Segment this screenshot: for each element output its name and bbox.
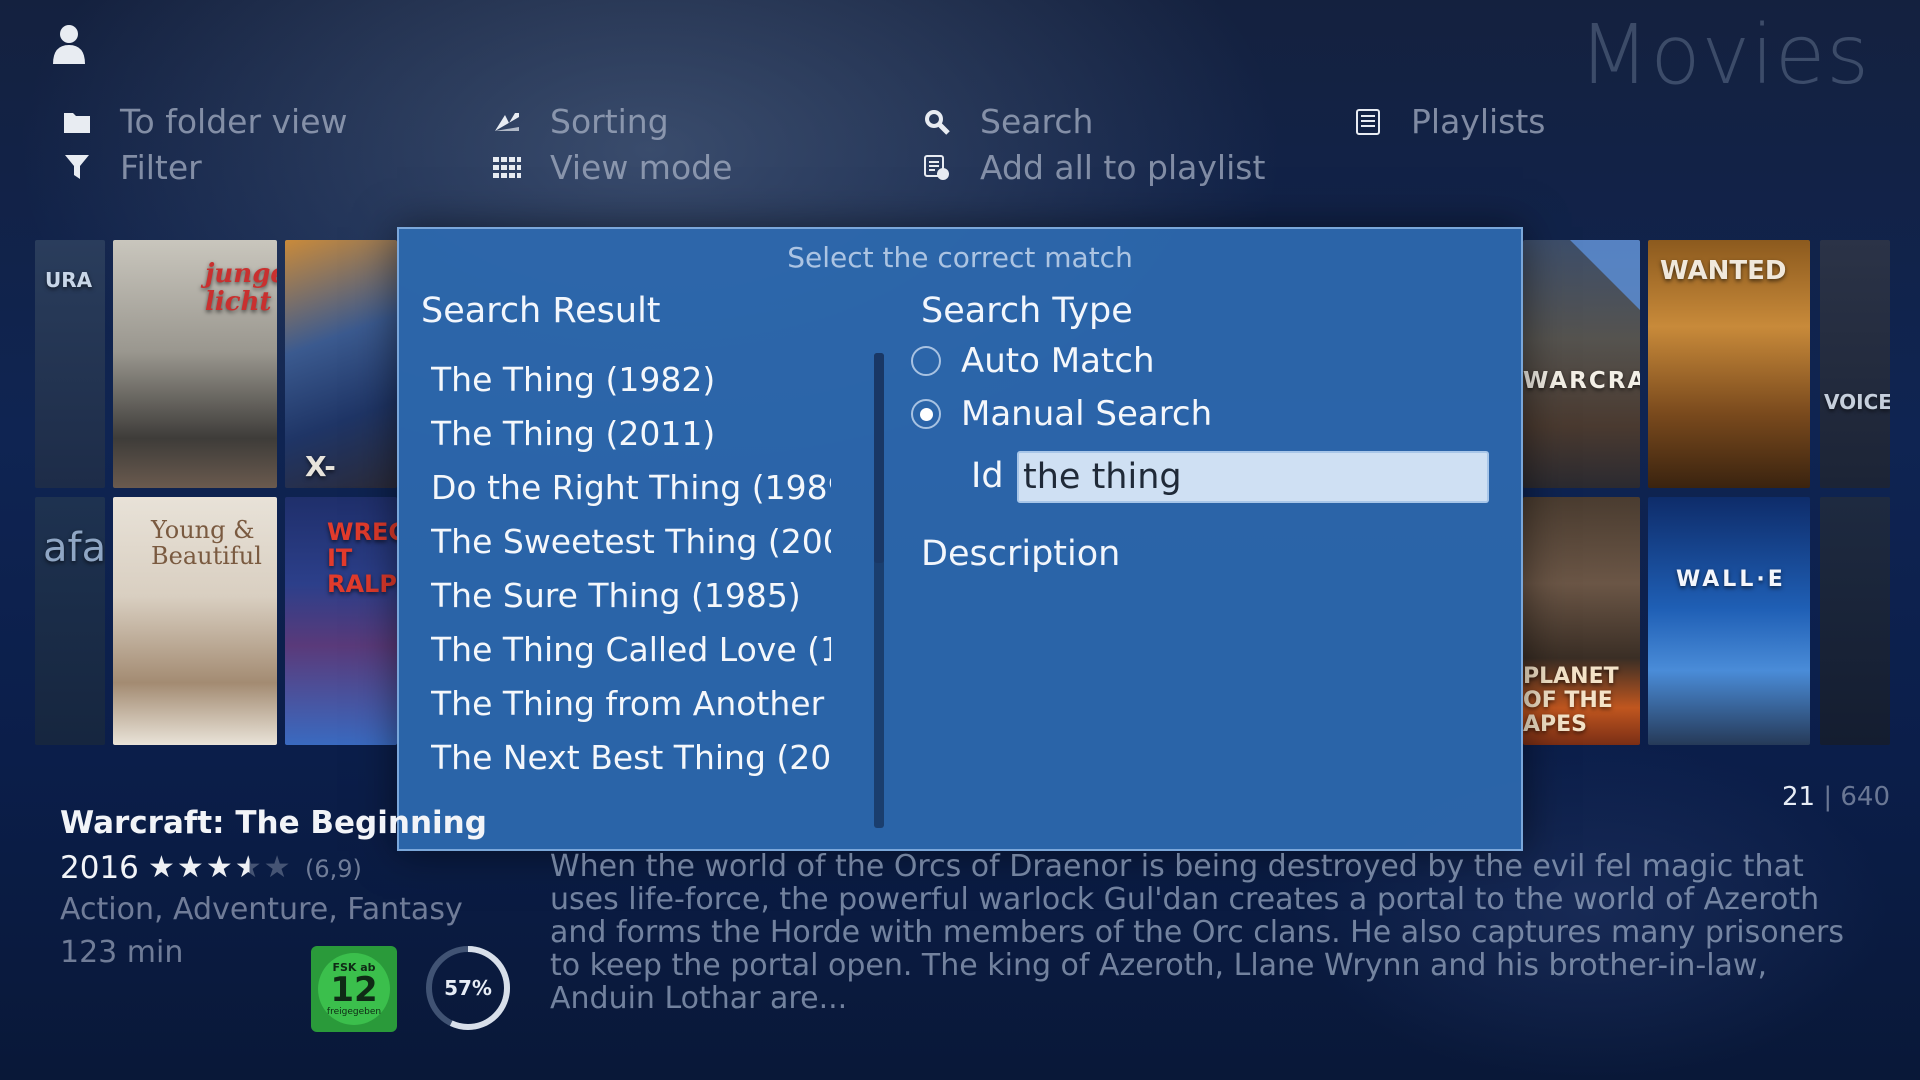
menu-to-folder-view[interactable]: To folder view [62, 102, 348, 141]
menu-playlists[interactable]: Playlists [1353, 102, 1545, 141]
page-title: Movies [1578, 8, 1870, 103]
id-label: Id [971, 456, 1004, 496]
movie-title: Warcraft: The Beginning [60, 805, 487, 841]
result-item[interactable]: The Thing (1982) [431, 353, 831, 407]
menu-label: Search [980, 102, 1094, 141]
poster-wreck-it-ralph[interactable]: WRECK-IT RALPH [285, 497, 397, 745]
radio-button[interactable] [911, 346, 941, 376]
counter-current: 21 [1781, 782, 1816, 812]
scrollbar-thumb[interactable] [874, 353, 884, 563]
poster-left-bottom[interactable]: afa [35, 497, 105, 745]
star-half-icon: ★ [234, 850, 264, 885]
result-item[interactable]: The Next Best Thing (2000) [431, 731, 831, 785]
result-item[interactable]: The Sure Thing (1985) [431, 569, 831, 623]
results-scrollbar[interactable] [874, 353, 884, 828]
counter-separator: | [1815, 782, 1841, 812]
result-item[interactable]: The Thing Called Love (1993) [431, 623, 831, 677]
eye-icon [1570, 240, 1640, 310]
menu-sorting[interactable]: Sorting [492, 102, 669, 141]
star-rating: ★★★★★ [148, 850, 293, 885]
movie-year: 2016 [60, 850, 139, 886]
radio-label: Auto Match [961, 341, 1155, 381]
poster-young-beautiful[interactable]: Young & Beautiful [113, 497, 277, 745]
radio-button[interactable] [911, 399, 941, 429]
select-match-dialog: Select the correct match Search Result T… [397, 227, 1523, 851]
dialog-title: Select the correct match [787, 241, 1133, 274]
radio-manual-search[interactable]: Manual Search [911, 394, 1212, 434]
poster-walle[interactable]: WALL·E [1648, 497, 1810, 745]
watched-percent: 57% [444, 976, 492, 1000]
rating-value: (6,9) [305, 855, 362, 883]
fsk-age: 12 [330, 969, 378, 1010]
search-result-heading: Search Result [421, 291, 661, 331]
grid-icon [492, 153, 522, 183]
poster-warcraft[interactable]: WARCRAFT [1523, 240, 1640, 488]
radio-auto-match[interactable]: Auto Match [911, 341, 1155, 381]
menu-filter[interactable]: Filter [62, 148, 202, 187]
menu-label: View mode [550, 148, 733, 187]
poster-planet-apes[interactable]: PLANET OF THE APES [1523, 497, 1640, 745]
menu-label: Filter [120, 148, 202, 187]
movie-plot: When the world of the Orcs of Draenor is… [550, 849, 1844, 1016]
search-result-list: The Thing (1982) The Thing (2011) Do the… [431, 353, 831, 785]
search-type-heading: Search Type [921, 291, 1133, 331]
movie-genres: Action, Adventure, Fantasy [60, 892, 463, 927]
menu-add-all-to-playlist[interactable]: Add all to playlist [922, 148, 1265, 187]
result-item[interactable]: The Thing (2011) [431, 407, 831, 461]
fsk-rating-badge: FSK ab 12 freigegeben [311, 946, 397, 1032]
fsk-bottom-text: freigegeben [326, 1006, 382, 1017]
poster-right-bottom[interactable] [1820, 497, 1890, 745]
poster-right-top[interactable]: VOICE [1820, 240, 1890, 488]
poster-xmen[interactable]: X-MEN [285, 240, 397, 488]
item-counter: 21 | 640 [1782, 782, 1890, 812]
result-item[interactable]: The Sweetest Thing (2002) [431, 515, 831, 569]
menu-label: Add all to playlist [980, 148, 1266, 187]
menu-view-mode[interactable]: View mode [492, 148, 732, 187]
menu-search[interactable]: Search [922, 102, 1093, 141]
search-icon [922, 107, 952, 137]
description-heading: Description [921, 534, 1121, 574]
result-item[interactable]: Do the Right Thing (1989) [431, 461, 831, 515]
star-icon: ★ [205, 850, 235, 885]
playlist-add-icon [922, 153, 952, 183]
poster-junges-licht[interactable]: junges licht [113, 240, 277, 488]
star-icon: ★ [263, 850, 293, 885]
result-item[interactable]: The Thing from Another World (1951) [431, 677, 831, 731]
poster-left-top[interactable]: URA [35, 240, 105, 488]
folder-icon [62, 107, 92, 137]
star-icon: ★ [176, 850, 206, 885]
filter-icon [62, 153, 92, 183]
menu-label: Playlists [1411, 102, 1546, 141]
radio-label: Manual Search [961, 394, 1213, 434]
menu-label: To folder view [120, 102, 348, 141]
menu-label: Sorting [550, 102, 669, 141]
star-icon: ★ [148, 850, 177, 885]
counter-total: 640 [1840, 782, 1890, 812]
user-icon[interactable] [52, 24, 86, 64]
poster-wanted[interactable]: WANTED [1648, 240, 1810, 488]
id-search-input[interactable] [1017, 451, 1489, 503]
movie-runtime: 123 min [60, 935, 184, 970]
playlist-icon [1353, 107, 1383, 137]
sort-icon [492, 107, 522, 137]
